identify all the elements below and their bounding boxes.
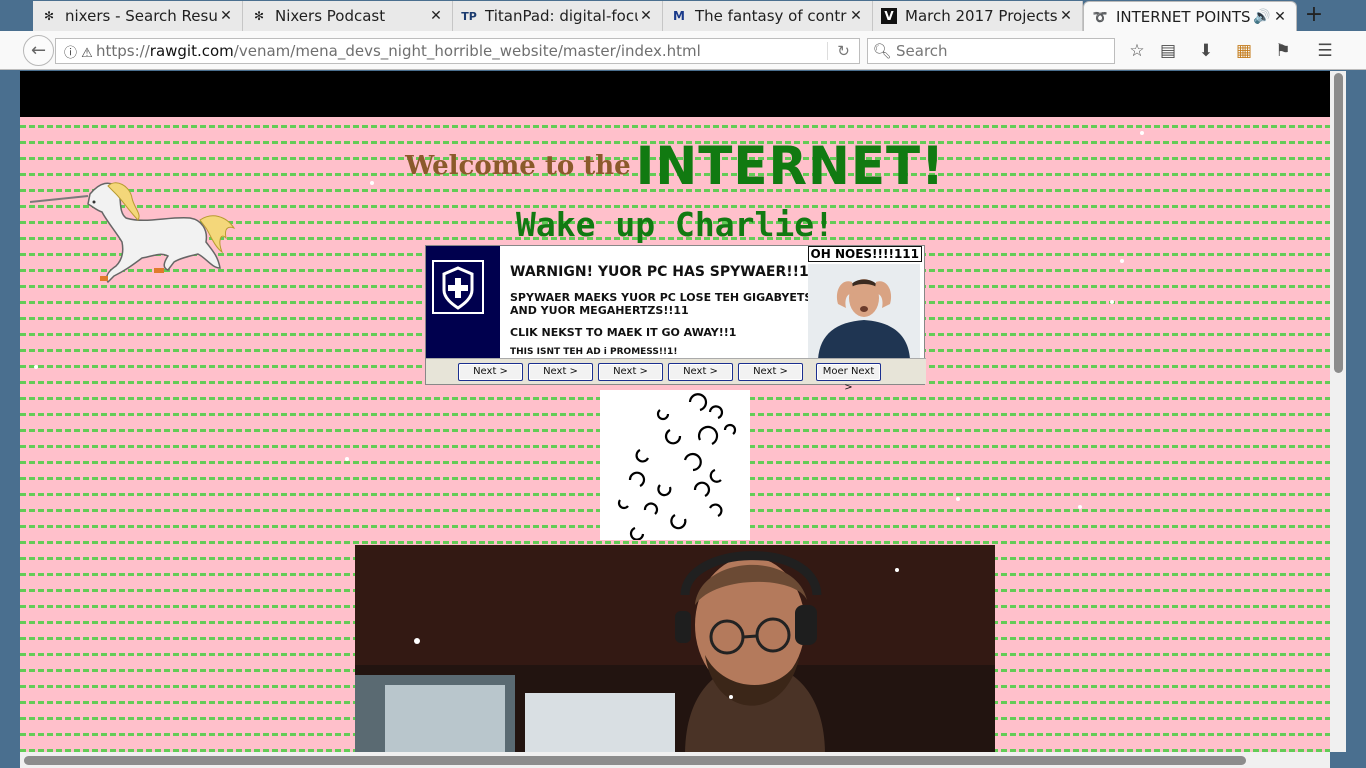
swirl-noise-image xyxy=(600,390,750,540)
menu-icon[interactable]: ☰ xyxy=(1314,40,1336,62)
url-path: /venam/mena_devs_night_horrible_website/… xyxy=(233,42,701,60)
tp-icon: TP xyxy=(461,9,477,23)
horizontal-scroll-thumb[interactable] xyxy=(24,756,1246,765)
close-icon[interactable]: ✕ xyxy=(638,8,654,24)
close-icon[interactable]: ✕ xyxy=(428,8,444,24)
tab-strip: ✻ nixers - Search Resu… ✕ ✻ Nixers Podca… xyxy=(0,0,1366,31)
sparkle xyxy=(345,457,349,461)
speech-bubble: OH NOES!!!!111 xyxy=(807,246,922,262)
ad-text-line: THIS ISNT TEH AD i PROMESS!!1! xyxy=(510,347,678,357)
download-icon[interactable]: ⬇ xyxy=(1195,40,1217,62)
flag-icon[interactable]: ⚑ xyxy=(1272,40,1294,62)
reload-icon[interactable]: ↻ xyxy=(827,42,859,60)
tab-title: March 2017 Projects xyxy=(905,7,1058,25)
internet-title: INTERNET! xyxy=(635,135,945,197)
vertical-scrollbar[interactable] xyxy=(1330,71,1346,752)
close-icon[interactable]: ✕ xyxy=(1272,9,1288,25)
bookmark-star-icon[interactable]: ☆ xyxy=(1126,40,1148,62)
tab-title: Nixers Podcast xyxy=(275,7,386,25)
sparkle xyxy=(1078,505,1082,509)
url-scheme: https:// xyxy=(96,42,150,60)
next-button[interactable]: Next > xyxy=(598,363,663,381)
ad-text-line: SPYWAER MAEKS YUOR PC LOSE TEH GIGABYETS xyxy=(510,291,813,304)
url-host: rawgit.com xyxy=(149,42,234,60)
more-next-button[interactable]: Moer Next > xyxy=(816,363,881,393)
extension-icon[interactable]: ▦ xyxy=(1233,40,1255,62)
vertical-scroll-thumb[interactable] xyxy=(1334,73,1343,373)
page-content: Welcome to the INTERNET! Wake up Charlie… xyxy=(20,117,1330,752)
site-info-icon[interactable]: ⓘ ⚠ xyxy=(56,42,96,61)
sparkle xyxy=(1120,259,1124,263)
horizontal-scrollbar[interactable] xyxy=(20,752,1330,768)
tab-title: The fantasy of contr… xyxy=(695,7,848,25)
sparkle xyxy=(956,497,960,501)
panicking-man-image xyxy=(808,264,920,359)
welcome-prefix: Welcome to the xyxy=(405,151,631,181)
close-icon[interactable]: ✕ xyxy=(848,8,864,24)
sparkle xyxy=(34,365,38,369)
tab-title: TitanPad: digital-focu… xyxy=(485,7,638,25)
asterisk-icon: ✻ xyxy=(43,9,55,23)
wake-up-heading: Wake up Charlie! xyxy=(516,205,834,244)
next-button[interactable]: Next > xyxy=(458,363,523,381)
bearded-man-photo xyxy=(355,545,995,752)
next-button[interactable]: Next > xyxy=(738,363,803,381)
url-bar[interactable]: ⓘ ⚠ https://rawgit.com/venam/mena_devs_n… xyxy=(55,38,860,64)
ad-text-line: AND YUOR MEGAHERTZS!!11 xyxy=(510,304,689,317)
swirl-icon: ➰ xyxy=(1092,9,1108,24)
tab-title: nixers - Search Resu… xyxy=(65,7,218,25)
search-placeholder: Search xyxy=(896,42,948,60)
new-tab-button[interactable]: + xyxy=(1300,4,1328,28)
ad-button-row: Next > Next > Next > Next > Next > Moer … xyxy=(426,358,926,393)
ad-warning-line: WARNIGN! YUOR PC HAS SPYWAER!!1 xyxy=(510,264,809,280)
sparkle xyxy=(1110,300,1114,304)
back-button[interactable]: ← xyxy=(23,35,54,66)
close-icon[interactable]: ✕ xyxy=(1058,8,1074,24)
reading-list-icon[interactable]: ▤ xyxy=(1157,40,1179,62)
search-icon: 🔍︎ xyxy=(872,42,892,60)
url-text[interactable]: https://rawgit.com/venam/mena_devs_night… xyxy=(96,42,827,60)
ad-text-line: CLIK NEKST TO MAEK IT GO AWAY!!1 xyxy=(510,326,737,339)
ad-sidebar xyxy=(426,246,500,359)
tab-title: INTERNET POINTS xyxy=(1116,7,1251,26)
next-button[interactable]: Next > xyxy=(528,363,593,381)
asterisk-icon: ✻ xyxy=(253,9,265,23)
tab-march-projects[interactable]: V March 2017 Projects ✕ xyxy=(873,1,1083,31)
next-button[interactable]: Next > xyxy=(668,363,733,381)
welcome-heading: Welcome to the INTERNET! xyxy=(20,135,1330,197)
shield-icon xyxy=(432,260,484,314)
spyware-ad-banner[interactable]: WARNIGN! YUOR PC HAS SPYWAER!!1 SPYWAER … xyxy=(425,245,926,393)
tab-internet-points[interactable]: ➰ INTERNET POINTS 🔊 ✕ xyxy=(1083,1,1297,31)
m-icon: M xyxy=(673,9,685,23)
navigation-bar: ← ⓘ ⚠ https://rawgit.com/venam/mena_devs… xyxy=(0,31,1366,70)
v-icon: V xyxy=(881,8,897,24)
window-edge xyxy=(1346,71,1366,768)
sparkle xyxy=(1140,131,1144,135)
speaker-icon[interactable]: 🔊 xyxy=(1252,9,1272,25)
close-icon[interactable]: ✕ xyxy=(218,8,234,24)
tab-nixers-podcast[interactable]: ✻ Nixers Podcast ✕ xyxy=(243,1,453,31)
arrow-left-icon: ← xyxy=(30,40,47,61)
tab-titanpad[interactable]: TP TitanPad: digital-focu… ✕ xyxy=(453,1,663,31)
web-page: Welcome to the INTERNET! Wake up Charlie… xyxy=(20,71,1330,752)
search-field[interactable]: 🔍︎ Search xyxy=(867,38,1115,64)
tab-nixers-search[interactable]: ✻ nixers - Search Resu… ✕ xyxy=(33,1,243,31)
top-black-bar xyxy=(20,71,1330,117)
tab-fantasy[interactable]: M The fantasy of contr… ✕ xyxy=(663,1,873,31)
